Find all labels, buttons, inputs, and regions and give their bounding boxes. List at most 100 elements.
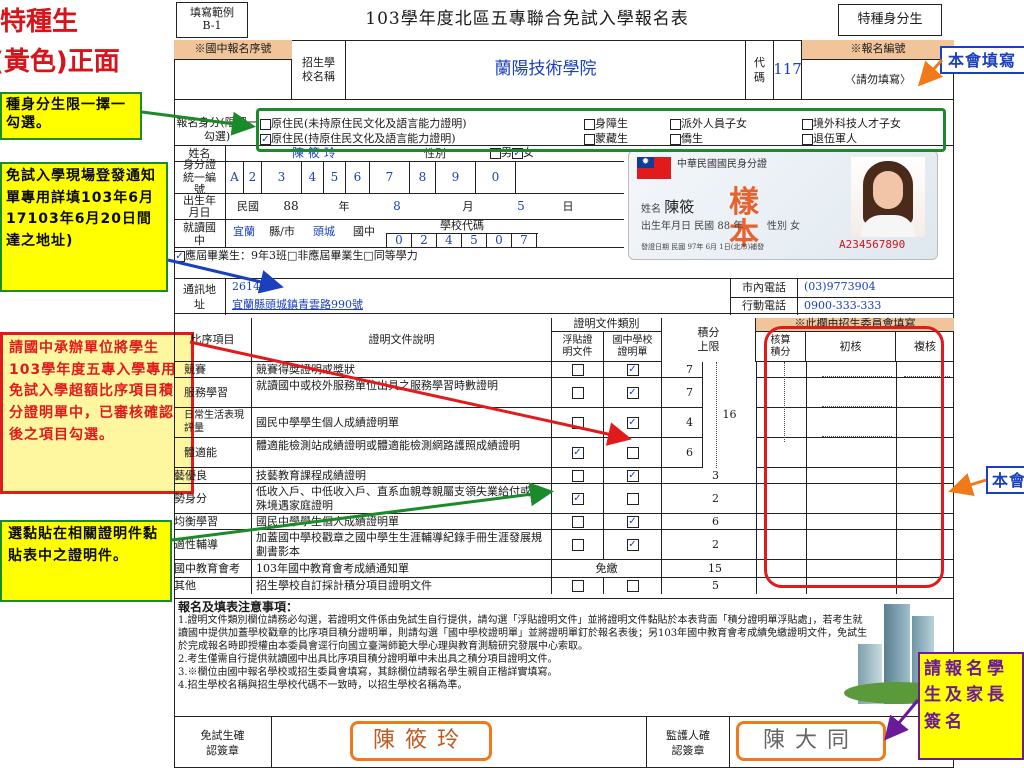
attach-checkbox[interactable] [571,417,584,429]
guardian-signature-box[interactable]: 陳大同 [736,721,886,761]
id-digit[interactable]: 8 [410,162,436,194]
id-digits[interactable]: A 2 3 4 5 6 7 8 9 0 [226,162,576,194]
attach-checkbox[interactable] [571,539,584,551]
id-digit[interactable]: 9 [436,162,476,194]
identity-label: 報名身分(限擇一勾選) [176,116,258,143]
guardian-sign-label: 監護人確認簽章 [646,717,730,768]
col-item: 比序項目 [174,318,252,362]
attach-checkbox[interactable]: ✓ [571,493,584,505]
row-exempt: 免繳 [552,560,662,578]
cert-checkbox[interactable]: ✓ [626,516,639,528]
callout-title: 特種生 (黃色)正面 [0,2,120,82]
notes-line: 2.考生僅需自行提供就讀國中出具比序項目積分證明單中未出具之積分項目證明文件。 [178,654,558,665]
dob-day[interactable]: 5 [506,194,536,220]
category-label: 特種身分生 [838,4,942,36]
tel-value[interactable]: (03)9773904 [804,280,876,294]
dob-day-unit: 日 [562,199,574,213]
row-max: 3 [712,469,719,482]
mobile-label: 行動電話 [730,297,798,315]
row-max: 6 [712,515,719,528]
arrow-committee-mid [948,473,987,497]
grad-text: 應屆畢業生：9年3班□非應屆畢業生□同等學力 [185,249,418,262]
student-signature: 陳筱玲 [372,728,469,754]
regno-hint: 〈請勿填寫〉 [845,72,911,86]
row-desc: 103年國中教育會考成績通知單 [252,560,552,578]
cert-checkbox[interactable] [626,493,639,505]
col-attach: 浮貼證明文件 [552,332,604,362]
attach-checkbox[interactable]: ✓ [571,447,584,459]
cert-checkbox[interactable] [626,580,639,592]
id-digit[interactable]: 5 [324,162,346,194]
cert-checkbox[interactable]: ✓ [626,539,639,551]
row-item: 日常生活表現評量 [174,408,252,438]
school-row: ※國中報名序號 招生學校名稱 蘭陽技術學院 代碼 117 ※報名編號 〈請勿填寫… [174,40,954,100]
county-value[interactable]: 宜蘭 [226,222,262,242]
notes-line: 4.招生學校名稱與招生學校代碼不一致時，以招生學校名稱為準。 [178,680,468,691]
id-card-issue: 發證日期 民國 97年 6月 1日(北市)補發 [641,243,765,251]
callout-signature-note: 請報名學生及家長簽名 [918,652,1024,760]
row-item: 其他 [174,578,252,594]
regno-label: ※報名編號 [802,40,954,60]
school-code-digit[interactable]: 7 [512,233,537,248]
callout-title-line1: 特種生 [0,7,79,37]
group-max: 16 [702,362,756,468]
dob-month[interactable]: 8 [380,194,414,220]
identity-highlight [256,108,946,152]
address-value[interactable]: 宜蘭縣頭城鎮青雲路990號 [232,298,363,312]
row-item: 適性輔導 [174,530,252,560]
attach-checkbox[interactable] [571,470,584,482]
dob-year[interactable]: 88 [274,194,308,220]
school-code-digit[interactable]: 4 [437,233,462,248]
flag-icon: ✹ [637,157,671,179]
id-digit[interactable]: 6 [346,162,370,194]
row-desc: 就讀國中或校外服務單位出具之服務學習時數證明 [252,378,552,408]
id-card-dob-label: 出生年月日 [641,221,691,232]
school-code-digit[interactable]: 0 [387,233,412,248]
address-label: 通訊地址 [174,279,226,315]
dob-era: 民國 [237,199,259,213]
mobile-value[interactable]: 0900-333-333 [798,297,954,315]
code-value[interactable]: 117 [773,40,802,100]
attach-checkbox[interactable] [571,387,584,399]
row-item: 均衡學習 [174,514,252,530]
cert-checkbox[interactable]: ✓ [626,364,639,376]
grad-checkbox[interactable]: ✓ [174,250,185,262]
school-name[interactable]: 蘭陽技術學院 [346,40,746,100]
student-info: 姓名 陳筱玲 性別 男✓女 身分證統一編號 A 2 3 4 5 6 7 8 9 … [174,146,624,262]
cert-checkbox[interactable]: ✓ [626,417,639,429]
junior-value[interactable]: 頭城 [302,222,346,242]
id-card-stamp: 樣本 [729,185,759,252]
sample-label: 填寫範例 B-1 [176,2,248,38]
school-code-digit[interactable]: 2 [412,233,437,248]
attach-checkbox[interactable] [571,516,584,528]
attach-checkbox[interactable] [571,364,584,376]
school-code-digits[interactable]: 0 2 4 5 0 7 [386,233,538,248]
zip-value[interactable]: 26141 [232,280,267,294]
id-digit[interactable]: 3 [262,162,302,194]
id-digit[interactable]: 7 [370,162,410,194]
attach-checkbox[interactable] [571,580,584,592]
col-cert: 國中學校證明單 [604,332,662,362]
student-signature-box[interactable]: 陳筱玲 [350,721,492,761]
id-card-gender: 性別 女 [767,221,801,232]
form-title: 103學年度北區五專聯合免試入學報名表 [365,9,689,30]
school-label: 招生學校名稱 [292,40,346,100]
id-digit[interactable]: 4 [302,162,324,194]
id-digit[interactable]: 0 [476,162,516,194]
row-desc: 加蓋國中學校戳章之國中學生生涯輔導紀錄手冊生涯發展規劃書影本 [252,530,552,560]
row-max: 5 [712,579,719,592]
school-code-digit[interactable]: 0 [487,233,512,248]
cert-checkbox[interactable]: ✓ [626,387,639,399]
callout-school-note: 請國中承辦單位將學生103學年度五專入學專用免試入學超額比序項目積分證明單中，已… [0,332,194,494]
cert-checkbox[interactable]: ✓ [626,470,639,482]
guardian-signature: 陳大同 [762,728,859,754]
school-code-digit[interactable]: 5 [462,233,487,248]
id-card-title: 中華民國國民身分證 [677,159,767,170]
cert-checkbox[interactable] [626,447,639,459]
id-card-number: A234567890 [839,238,906,251]
row-item: 服務學習 [174,378,252,408]
tel-label: 市內電話 [730,279,798,297]
row-desc: 低收入戶、中低收入戶、直系血親尊親屬支領失業給付或特殊境遇家庭證明 [252,484,552,514]
id-digit[interactable]: 2 [244,162,262,194]
id-digit[interactable]: A [226,162,244,194]
